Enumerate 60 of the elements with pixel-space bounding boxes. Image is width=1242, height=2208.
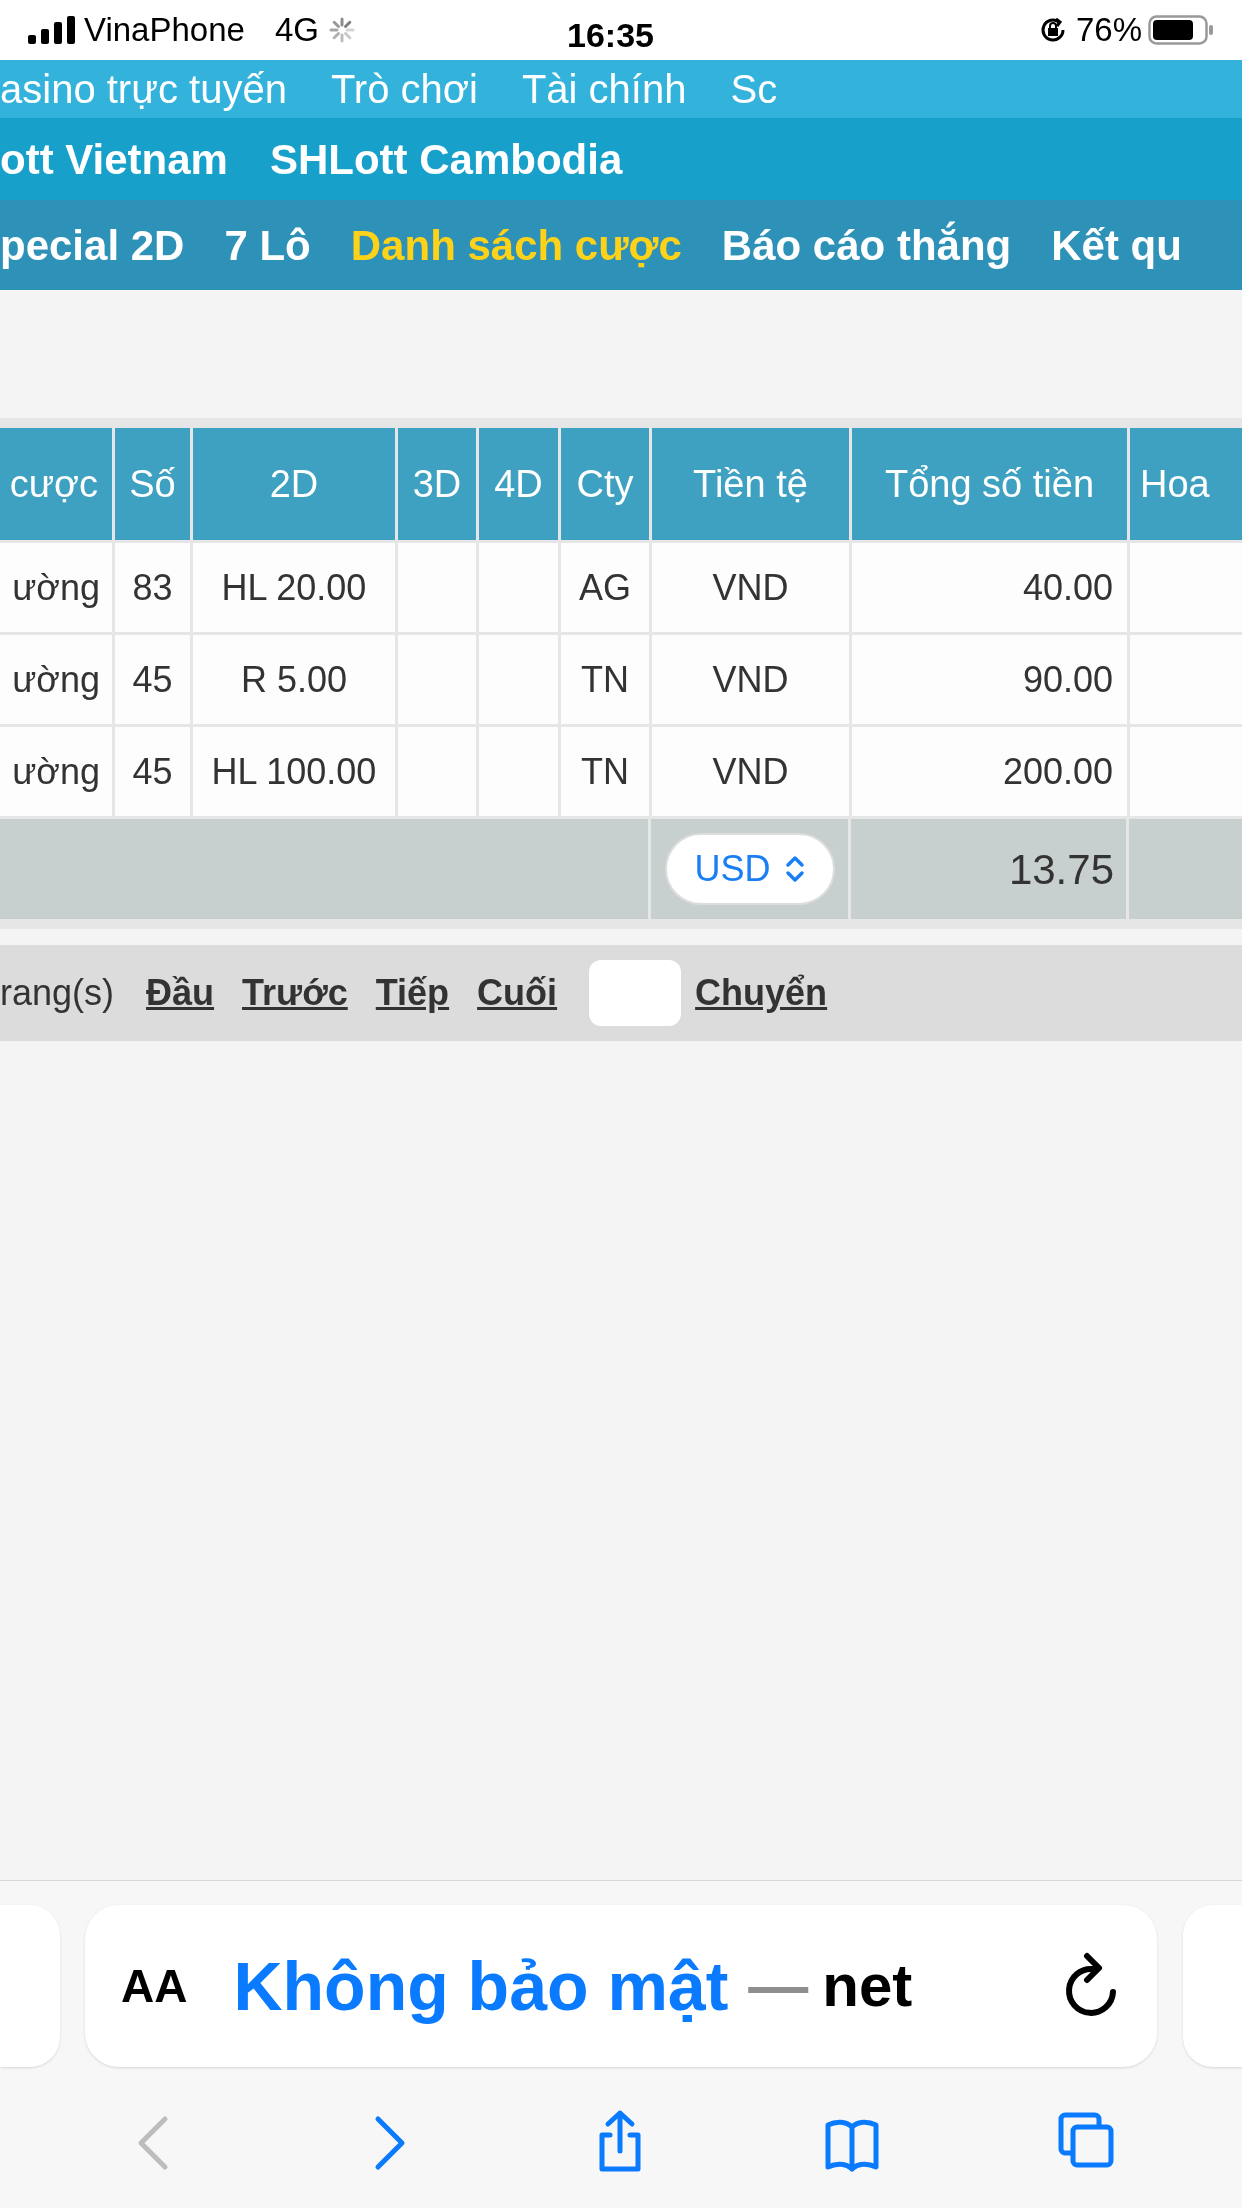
- table-cell: ường: [0, 635, 112, 724]
- menu-tab[interactable]: Danh sách cược: [350, 213, 682, 277]
- page-link[interactable]: Đầu: [146, 966, 221, 1020]
- menu-link[interactable]: asino trực tuyến: [0, 69, 287, 109]
- table-cell: HL 20.00: [193, 543, 395, 632]
- table-cell: TN: [561, 635, 649, 724]
- table-cell: 200.00: [852, 727, 1127, 816]
- menu-tab[interactable]: Báo cáo thắng: [721, 213, 1012, 277]
- table-cell: VND: [652, 727, 849, 816]
- page-link[interactable]: Trước: [242, 966, 354, 1020]
- menu-tab[interactable]: 7 Lô: [224, 213, 311, 277]
- column-header[interactable]: Số: [115, 428, 190, 540]
- column-header[interactable]: 2D: [193, 428, 395, 540]
- total-amount: 13.75: [851, 819, 1126, 919]
- signal-icon: [28, 16, 78, 44]
- loading-spinner-icon: [328, 17, 355, 43]
- column-header[interactable]: cược: [0, 428, 112, 540]
- column-header[interactable]: 3D: [398, 428, 476, 540]
- table-cell: ường: [0, 543, 112, 632]
- menu-link[interactable]: SHLott Cambodia: [269, 127, 623, 191]
- page-number-field[interactable]: [589, 960, 682, 1026]
- battery-icon: [1148, 15, 1214, 45]
- menu-tab[interactable]: pecial 2D: [0, 213, 185, 277]
- carrier-name: VinaPhone: [84, 10, 245, 51]
- menu-tab[interactable]: Kết qu: [1051, 213, 1182, 277]
- menu-link[interactable]: Trò chơi: [330, 69, 478, 109]
- battery-percent: 76%: [1075, 10, 1142, 51]
- column-header[interactable]: 4D: [479, 428, 558, 540]
- table-cell: VND: [652, 635, 849, 724]
- currency-select[interactable]: USD: [664, 833, 835, 905]
- table-cell: TN: [561, 727, 649, 816]
- table-cell: 90.00: [852, 635, 1127, 724]
- column-header[interactable]: Cty: [561, 428, 649, 540]
- page-link[interactable]: Cuối: [477, 966, 564, 1020]
- clock-time: 16:35: [567, 15, 654, 56]
- domain-text: net: [822, 1951, 913, 2021]
- table-cell: 83: [115, 543, 190, 632]
- table-cell: R 5.00: [193, 635, 395, 724]
- column-header[interactable]: Tổng số tiền: [852, 428, 1127, 540]
- separator-text: —: [748, 1951, 809, 2021]
- page-link[interactable]: Tiếp: [375, 966, 456, 1020]
- menu-link[interactable]: Sc: [730, 69, 778, 109]
- text-size-button[interactable]: AA: [121, 1951, 188, 2021]
- table-cell: ường: [0, 727, 112, 816]
- network-type: 4G: [274, 10, 319, 51]
- table-cell: AG: [561, 543, 649, 632]
- menu-link[interactable]: ott Vietnam: [0, 127, 228, 191]
- column-header[interactable]: Hoa: [1130, 428, 1242, 540]
- pagination-label: rang(s): [0, 971, 115, 1015]
- go-link[interactable]: Chuyển: [695, 966, 828, 1020]
- table-cell: HL 100.00: [193, 727, 395, 816]
- table-cell: 45: [115, 727, 190, 816]
- table-cell: 40.00: [852, 543, 1127, 632]
- address-bar[interactable]: AA Không bảo mật — net: [85, 1905, 1157, 2067]
- table-cell: 45: [115, 635, 190, 724]
- menu-link[interactable]: Tài chính: [521, 69, 687, 109]
- security-label: Không bảo mật: [233, 1947, 729, 2026]
- chevron-up-down-icon: [784, 855, 805, 883]
- column-header[interactable]: Tiền tệ: [652, 428, 849, 540]
- table-cell: VND: [652, 543, 849, 632]
